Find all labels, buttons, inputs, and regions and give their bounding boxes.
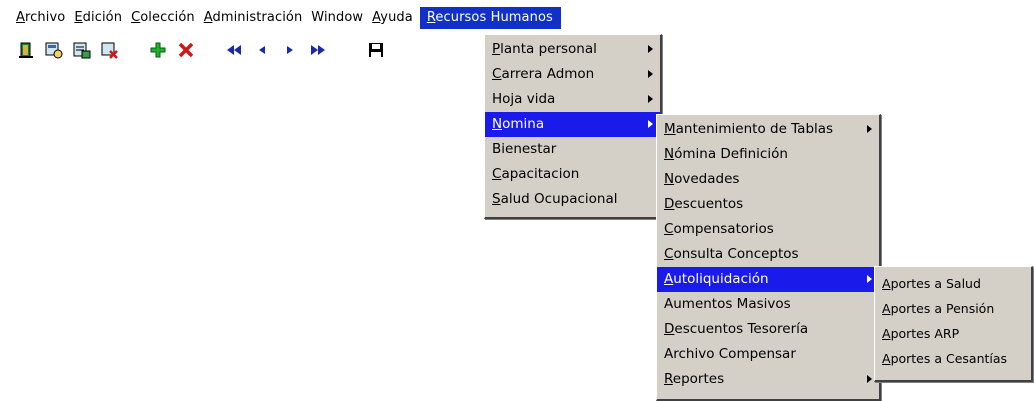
menu-item-label: Hoja vida (492, 91, 556, 107)
menu-item-label: Compensatorios (664, 221, 774, 237)
menu-administracion[interactable]: Administración (200, 7, 308, 29)
first-record-icon[interactable] (222, 38, 246, 62)
menu-item-reportes[interactable]: Reportes (657, 367, 879, 392)
menu-item-salud-ocupacional[interactable]: Salud Ocupacional (485, 187, 660, 212)
menu-item-carrera-admon[interactable]: Carrera Admon (485, 62, 660, 87)
menu-item-label: Descuentos Tesorería (664, 321, 809, 337)
form-delete-icon[interactable] (98, 38, 122, 62)
menu-item-aportes-salud[interactable]: Aportes a Salud (875, 271, 1031, 296)
previous-record-icon[interactable] (250, 38, 274, 62)
menu-ayuda[interactable]: Ayuda (368, 7, 418, 29)
menu-item-label: Aportes ARP (882, 326, 960, 341)
menu-item-mantenimiento-tablas[interactable]: Mantenimiento de Tablas (657, 117, 879, 142)
menu-item-aportes-pension[interactable]: Aportes a Pensión (875, 296, 1031, 321)
menu-item-capacitacion[interactable]: Capacitacion (485, 162, 660, 187)
menu-autoliquidacion-dropdown: Aportes a Salud Aportes a Pensión Aporte… (874, 266, 1033, 382)
menu-item-hoja-vida[interactable]: Hoja vida (485, 87, 660, 112)
menu-recursos-humanos[interactable]: Recursos Humanos (419, 7, 561, 29)
exit-door-icon[interactable] (14, 38, 38, 62)
menu-item-label: Carrera Admon (492, 66, 595, 82)
menu-item-label: Nómina Definición (664, 146, 788, 162)
next-record-icon[interactable] (278, 38, 302, 62)
menu-item-nomina-definicion[interactable]: Nómina Definición (657, 142, 879, 167)
menu-item-novedades[interactable]: Novedades (657, 167, 879, 192)
add-record-icon[interactable] (146, 38, 170, 62)
menu-recursos-humanos-dropdown: Planta personal Carrera Admon Hoja vida … (484, 34, 662, 219)
menu-bar: Archivo Edición Colección Administración… (0, 6, 561, 30)
menu-item-archivo-compensar[interactable]: Archivo Compensar (657, 342, 879, 367)
menu-archivo[interactable]: Archivo (0, 7, 70, 29)
menu-item-label: Consulta Conceptos (664, 246, 799, 262)
menu-item-label: Autoliquidación (664, 271, 769, 287)
submenu-arrow-icon (648, 45, 653, 53)
save-icon[interactable] (364, 38, 388, 62)
menu-nomina-dropdown: Mantenimiento de Tablas Nómina Definició… (656, 114, 881, 401)
submenu-arrow-icon (867, 125, 872, 133)
menu-item-label: Nomina (492, 116, 545, 132)
menu-item-label: Aportes a Pensión (882, 301, 995, 316)
menu-item-nomina[interactable]: Nomina (485, 112, 660, 137)
menu-item-label: Archivo Compensar (664, 346, 796, 362)
submenu-arrow-icon (648, 70, 653, 78)
menu-edicion[interactable]: Edición (70, 7, 127, 29)
menu-item-autoliquidacion[interactable]: Autoliquidación (657, 267, 879, 292)
menu-item-aportes-arp[interactable]: Aportes ARP (875, 321, 1031, 346)
submenu-arrow-icon (648, 95, 653, 103)
menu-item-compensatorios[interactable]: Compensatorios (657, 217, 879, 242)
menu-item-bienestar[interactable]: Bienestar (485, 137, 660, 162)
submenu-arrow-icon (867, 375, 872, 383)
menu-item-label: Aumentos Masivos (664, 296, 791, 312)
menu-item-label: Planta personal (492, 41, 597, 57)
menu-item-descuentos-tesoreria[interactable]: Descuentos Tesorería (657, 317, 879, 342)
toolbar (14, 37, 484, 63)
menu-item-label: Aportes a Salud (882, 276, 981, 291)
menu-window[interactable]: Window (307, 7, 368, 29)
menu-item-label: Reportes (664, 371, 725, 387)
menu-coleccion[interactable]: Colección (127, 7, 200, 29)
menu-item-label: Bienestar (492, 141, 557, 157)
menu-item-label: Mantenimiento de Tablas (664, 121, 834, 137)
submenu-arrow-icon (867, 275, 872, 283)
menu-item-label: Capacitacion (492, 166, 580, 182)
form-query-icon[interactable] (42, 38, 66, 62)
form-list-icon[interactable] (70, 38, 94, 62)
menu-item-consulta-conceptos[interactable]: Consulta Conceptos (657, 242, 879, 267)
menu-item-descuentos[interactable]: Descuentos (657, 192, 879, 217)
menu-item-aportes-cesantias[interactable]: Aportes a Cesantías (875, 346, 1031, 371)
submenu-arrow-icon (648, 120, 653, 128)
delete-record-icon[interactable] (174, 38, 198, 62)
menu-item-planta-personal[interactable]: Planta personal (485, 37, 660, 62)
menu-item-label: Novedades (664, 171, 740, 187)
menu-item-aumentos-masivos[interactable]: Aumentos Masivos (657, 292, 879, 317)
menu-item-label: Salud Ocupacional (492, 191, 618, 207)
last-record-icon[interactable] (306, 38, 330, 62)
menu-item-label: Descuentos (664, 196, 744, 212)
menu-item-label: Aportes a Cesantías (882, 351, 1008, 366)
